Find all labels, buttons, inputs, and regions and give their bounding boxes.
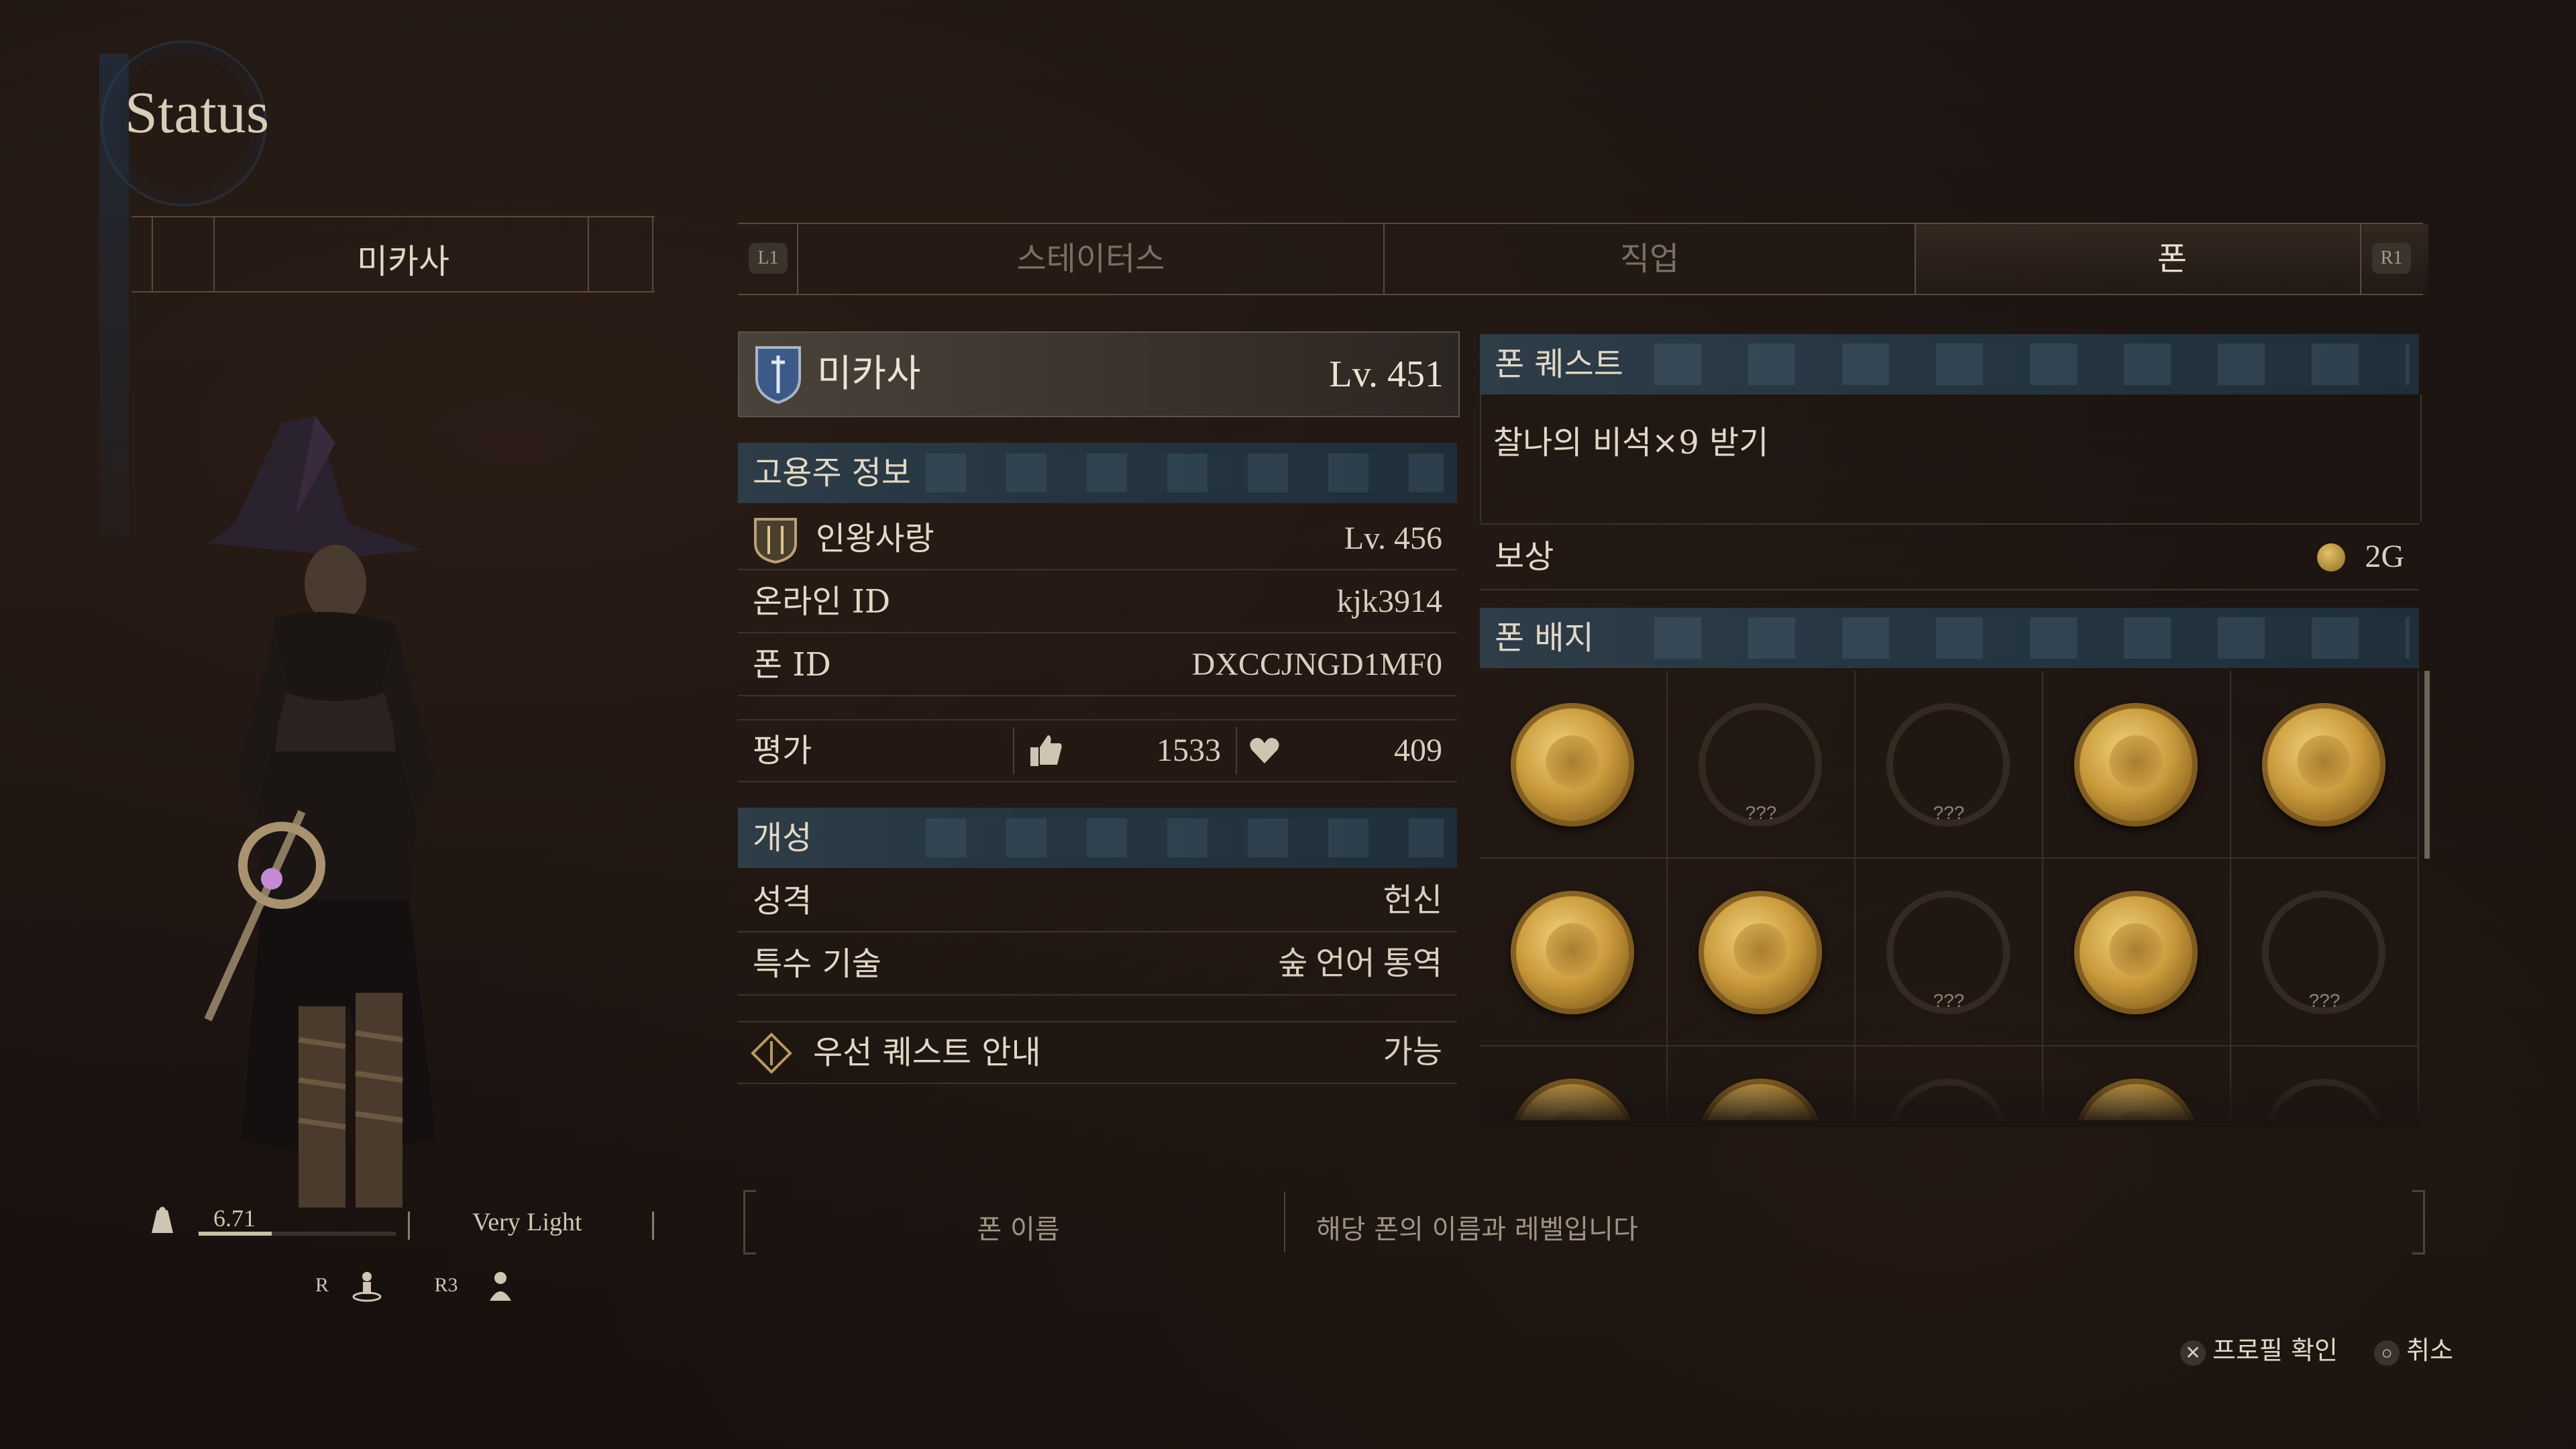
monster-badge-icon	[1511, 703, 1634, 826]
wyvern-badge-icon	[2262, 703, 2385, 826]
badge-slot[interactable]	[1480, 859, 1668, 1046]
cross-button-icon: ✕	[2180, 1340, 2206, 1366]
figure-badge-icon	[2074, 891, 2198, 1014]
badge-slot[interactable]	[2043, 671, 2231, 859]
personality-header-label: 개성	[753, 819, 812, 857]
tab-vocation[interactable]: 직업	[1385, 224, 1915, 294]
pawn-name: 미카사	[817, 352, 921, 396]
heart-icon	[1250, 738, 1279, 763]
pawn-id-label: 폰 ID	[753, 646, 831, 684]
online-id-label: 온라인 ID	[753, 583, 891, 621]
reward-row: 보상 2G	[1480, 523, 2419, 590]
online-id-row: 온라인 ID kjk3914	[738, 572, 1457, 633]
tab-bar: L1 스테이터스 직업 폰 R1	[738, 223, 2428, 295]
quest-guide-value: 가능	[1383, 1034, 1442, 1070]
weight-bar-fill	[199, 1232, 272, 1236]
employer-name: 인왕사랑	[816, 520, 934, 557]
badge-slot[interactable]: ???	[1856, 859, 2043, 1046]
rotate-character-icon[interactable]	[352, 1270, 382, 1303]
page-title: Status	[125, 80, 270, 146]
reset-view-button[interactable]: R3	[423, 1274, 470, 1297]
personality-row: 성격 헌신	[738, 871, 1457, 932]
pawn-badge-header: 폰 배지	[1480, 608, 2419, 668]
badge-grid-fade	[1480, 1073, 2419, 1127]
pawn-shield-icon	[755, 346, 801, 405]
divider	[1284, 1191, 1285, 1252]
personality-value: 헌신	[1383, 883, 1442, 918]
reward-value: 2G	[2365, 539, 2404, 574]
online-id-value: kjk3914	[1336, 584, 1442, 619]
weight-icon	[152, 1207, 173, 1233]
thumbs-up-icon	[1030, 735, 1062, 766]
pawn-id-row: 폰 ID DXCCJNGD1MF0	[738, 635, 1457, 696]
pawn-level: Lv. 451	[1329, 354, 1444, 395]
pawn-quest-header: 폰 퀘스트	[1480, 334, 2419, 394]
special-skill-label: 특수 기술	[753, 945, 881, 983]
personality-label: 성격	[753, 882, 812, 920]
help-description: 해당 폰의 이름과 레벨입니다	[1316, 1214, 1638, 1245]
pawn-id-value: DXCCJNGD1MF0	[1191, 647, 1442, 682]
weight-value: 6.71	[213, 1205, 256, 1232]
rating-row: 평가 1533 409	[738, 719, 1457, 782]
badge-slot[interactable]	[1668, 859, 1856, 1046]
weight-class: Very Light	[472, 1208, 582, 1236]
ogre-badge-icon	[2074, 703, 2198, 826]
hearts-count: 409	[1394, 733, 1442, 768]
employer-crest-icon	[754, 518, 797, 564]
character-controls: R R3	[288, 1265, 511, 1311]
character-view-icon[interactable]	[487, 1270, 514, 1303]
employer-row: 인왕사랑 Lv. 456	[738, 508, 1457, 570]
badge-grid: ??????????????????	[1480, 671, 2419, 1120]
tab-prev-button[interactable]: L1	[749, 243, 788, 274]
character-model	[204, 416, 436, 1208]
locked-badge-label: ???	[2308, 990, 2341, 1011]
thumbs-count: 1533	[1157, 733, 1221, 768]
badge-slot[interactable]: ???	[1856, 671, 2043, 859]
help-bracket	[2412, 1190, 2425, 1254]
badge-slot[interactable]	[2043, 859, 2231, 1046]
special-skill-value: 숲 언어 통역	[1278, 946, 1442, 981]
divider	[408, 1212, 410, 1240]
special-skill-row: 특수 기술 숲 언어 통역	[738, 934, 1457, 996]
circle-button-icon: ○	[2374, 1340, 2400, 1366]
locked-badge-label: ???	[1745, 802, 1777, 823]
divider	[652, 1212, 654, 1240]
cancel-button[interactable]: 취소	[2406, 1336, 2453, 1365]
quest-guide-label: 우선 퀘스트 안내	[813, 1034, 1041, 1071]
locked-badge-label: ???	[1933, 802, 1965, 823]
pawn-quest-header-label: 폰 퀘스트	[1495, 345, 1623, 383]
rating-label: 평가	[753, 732, 812, 769]
pawn-quest-text: 찰나의 비석×9 받기	[1493, 424, 1769, 462]
badge-slot[interactable]: ???	[2231, 859, 2419, 1046]
employer-header-label: 고용주 정보	[753, 454, 912, 492]
employer-header: 고용주 정보	[738, 443, 1457, 503]
badge-slot[interactable]	[1480, 671, 1668, 859]
quest-guide-row: 우선 퀘스트 안내 가능	[738, 1021, 1457, 1084]
pawn-badge-header-label: 폰 배지	[1495, 619, 1594, 657]
badge-slot[interactable]	[2231, 671, 2419, 859]
character-name: 미카사	[357, 242, 449, 281]
badge-slot[interactable]: ???	[1668, 671, 1856, 859]
badge-scrollbar[interactable]	[2424, 671, 2430, 859]
help-key: 폰 이름	[977, 1214, 1060, 1245]
gold-coin-icon	[2317, 543, 2345, 572]
tab-status[interactable]: 스테이터스	[798, 224, 1383, 294]
tab-next-button[interactable]: R1	[2372, 243, 2411, 274]
personality-header: 개성	[738, 808, 1457, 868]
reward-label: 보상	[1495, 538, 1554, 576]
locked-badge-label: ???	[1933, 990, 1965, 1011]
tab-pawn[interactable]: 폰	[1916, 224, 2428, 294]
profile-confirm-button[interactable]: 프로필 확인	[2212, 1336, 2338, 1365]
griffin-badge-icon	[1511, 891, 1634, 1014]
employer-level: Lv. 456	[1344, 521, 1442, 556]
guide-compass-icon	[751, 1032, 792, 1074]
pawn-nameplate[interactable]: 미카사 Lv. 451	[738, 331, 1460, 417]
rotate-button[interactable]: R	[302, 1274, 342, 1297]
harpy-badge-icon	[1699, 891, 1822, 1014]
footer-controls: ✕ 프로필 확인 ○ 취소	[2180, 1330, 2453, 1366]
